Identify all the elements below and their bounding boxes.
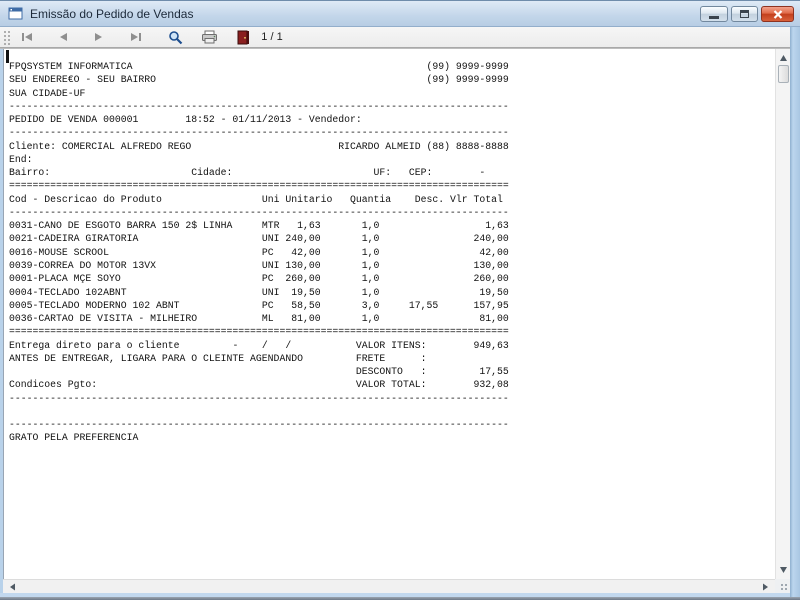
print-button[interactable] [197, 28, 221, 46]
printer-icon [201, 30, 217, 44]
resize-grip-icon[interactable] [780, 583, 788, 591]
door-icon [237, 30, 249, 44]
vertical-scroll-thumb[interactable] [778, 65, 789, 83]
last-page-icon [130, 33, 141, 41]
previous-page-button[interactable] [51, 28, 75, 46]
maximize-button[interactable] [731, 6, 758, 22]
vertical-scrollbar[interactable] [775, 49, 790, 579]
first-page-button[interactable] [15, 28, 39, 46]
titlebar[interactable]: Emissão do Pedido de Vendas [0, 1, 800, 27]
preview-page: FPQSYSTEM INFORMATICA (99) 9999-9999 SEU E… [3, 49, 775, 579]
window-title: Emissão do Pedido de Vendas [30, 6, 194, 21]
horizontal-scrollbar[interactable] [3, 579, 775, 593]
preview-toolbar: 1 / 1 [0, 27, 800, 47]
toolbar-grip[interactable] [2, 29, 11, 45]
previous-page-icon [60, 33, 67, 41]
zoom-button[interactable] [163, 28, 187, 46]
first-page-icon [21, 33, 32, 41]
scrollbar-corner [775, 579, 790, 593]
close-button[interactable] [761, 6, 794, 22]
scroll-right-icon[interactable] [761, 580, 771, 594]
scroll-down-icon[interactable] [776, 565, 791, 575]
form-icon [8, 7, 23, 19]
scroll-left-icon[interactable] [7, 580, 17, 594]
window-right-border [790, 27, 800, 598]
minimize-icon [709, 16, 719, 19]
minimize-button[interactable] [700, 6, 728, 22]
next-page-button[interactable] [87, 28, 111, 46]
scroll-up-icon[interactable] [776, 53, 791, 63]
report-preview-window: Emissão do Pedido de Vendas 1 / 1 FPQSYS… [0, 0, 800, 598]
last-page-button[interactable] [123, 28, 147, 46]
page-indicator: 1 / 1 [261, 31, 283, 43]
maximize-icon [740, 10, 749, 18]
next-page-icon [95, 33, 102, 41]
close-icon [773, 9, 782, 19]
magnifier-icon [168, 30, 182, 44]
